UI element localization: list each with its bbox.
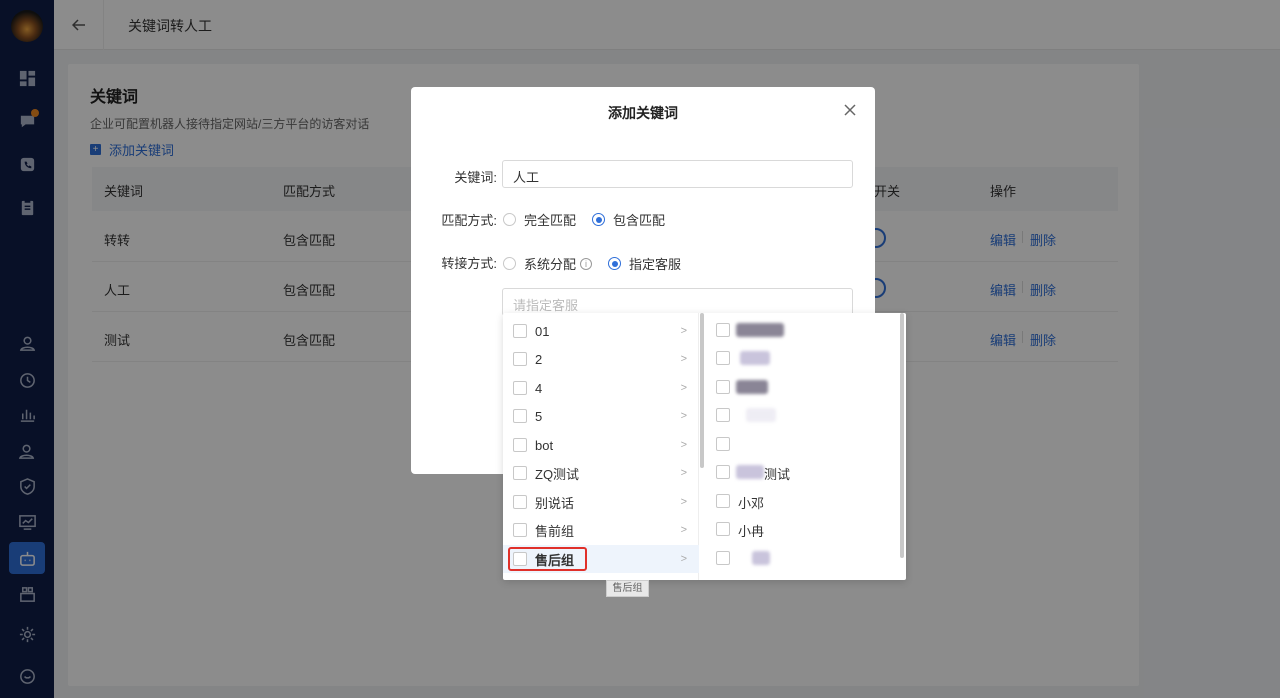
- group-label: 4: [535, 380, 543, 396]
- list-item[interactable]: 测试: [706, 458, 906, 486]
- list-item[interactable]: [706, 316, 906, 344]
- checkbox[interactable]: [716, 494, 730, 508]
- checkbox[interactable]: [513, 352, 527, 366]
- radio-system-assign[interactable]: [503, 257, 516, 270]
- chevron-right-icon: >: [680, 524, 687, 536]
- checkbox[interactable]: [716, 351, 730, 365]
- list-item[interactable]: 小邓: [706, 487, 906, 515]
- redacted-name: [736, 380, 768, 394]
- radio-exact-match[interactable]: [503, 213, 516, 226]
- list-item[interactable]: 5 >: [503, 402, 699, 430]
- checkbox[interactable]: [716, 323, 730, 337]
- checkbox[interactable]: [513, 409, 527, 423]
- list-item[interactable]: [706, 344, 906, 372]
- checkbox[interactable]: [513, 523, 527, 537]
- chevron-right-icon: >: [680, 467, 687, 479]
- list-item[interactable]: 别说话 >: [503, 488, 699, 516]
- checkbox[interactable]: [716, 551, 730, 565]
- checkbox[interactable]: [513, 381, 527, 395]
- group-scrollbar[interactable]: [700, 313, 704, 468]
- chevron-right-icon: >: [680, 382, 687, 394]
- tooltip: 售后组: [606, 580, 649, 597]
- chevron-right-icon: >: [680, 439, 687, 451]
- list-item[interactable]: bot >: [503, 431, 699, 459]
- chevron-right-icon: >: [680, 325, 687, 337]
- list-item[interactable]: 售前组 >: [503, 516, 699, 544]
- redacted-name: [746, 408, 776, 422]
- list-item-hovered[interactable]: 售后组 >: [503, 545, 699, 573]
- list-item[interactable]: [706, 544, 906, 572]
- radio-exact-label: 完全匹配: [524, 213, 577, 228]
- group-label: 2: [535, 351, 543, 367]
- checkbox[interactable]: [513, 438, 527, 452]
- radio-specific-agent[interactable]: [608, 257, 622, 270]
- redacted-name: [736, 323, 784, 337]
- member-label: 小冉: [738, 524, 765, 539]
- radio-contains-label: 包含匹配: [613, 213, 666, 228]
- agent-cascader: 01 > 2 > 4 > 5 > bot > ZQ测试 > 别说话 > 售前组 …: [503, 313, 906, 580]
- group-label: 01: [535, 323, 550, 339]
- list-item[interactable]: 4 >: [503, 374, 699, 402]
- close-icon: [844, 104, 856, 116]
- list-item[interactable]: 2 >: [503, 345, 699, 373]
- member-label: 测试: [764, 467, 791, 482]
- close-button[interactable]: [843, 103, 857, 117]
- checkbox[interactable]: [513, 324, 527, 338]
- chevron-right-icon: >: [680, 553, 687, 565]
- redacted-name: [736, 465, 764, 479]
- group-column: 01 > 2 > 4 > 5 > bot > ZQ测试 > 别说话 > 售前组 …: [503, 313, 699, 580]
- info-icon[interactable]: i: [580, 257, 593, 270]
- match-radio-group: 完全匹配 包含匹配: [503, 210, 681, 229]
- list-item[interactable]: [706, 401, 906, 429]
- group-label: bot: [535, 437, 554, 453]
- checkbox[interactable]: [716, 522, 730, 536]
- keyword-label: 关键词:: [454, 170, 497, 185]
- radio-specific-label: 指定客服: [629, 257, 682, 272]
- list-item[interactable]: ZQ测试 >: [503, 459, 699, 487]
- member-column: 测试 小邓 小冉: [706, 313, 906, 580]
- checkbox[interactable]: [513, 466, 527, 480]
- list-item[interactable]: [706, 373, 906, 401]
- modal-title: 添加关键词: [608, 105, 678, 121]
- member-scrollbar[interactable]: [900, 313, 904, 558]
- radio-contains-match[interactable]: [592, 213, 606, 226]
- chevron-right-icon: >: [680, 353, 687, 365]
- chevron-right-icon: >: [680, 410, 687, 422]
- redacted-name: [752, 551, 770, 565]
- transfer-label: 转接方式:: [441, 256, 497, 271]
- redacted-name: [740, 351, 770, 365]
- match-label: 匹配方式:: [441, 213, 497, 228]
- radio-system-label: 系统分配: [524, 257, 577, 272]
- group-label: 别说话: [535, 495, 575, 511]
- highlight-ring: [508, 547, 587, 571]
- checkbox[interactable]: [716, 408, 730, 422]
- member-label: 小邓: [738, 496, 765, 511]
- keyword-input[interactable]: 人工: [502, 160, 853, 188]
- group-label: ZQ测试: [535, 466, 580, 482]
- checkbox[interactable]: [513, 495, 527, 509]
- group-label: 5: [535, 408, 543, 424]
- checkbox[interactable]: [716, 437, 730, 451]
- agent-select-input[interactable]: 请指定客服: [502, 288, 853, 316]
- list-item[interactable]: 小冉: [706, 515, 906, 543]
- chevron-right-icon: >: [680, 496, 687, 508]
- transfer-radio-group: 系统分配 i 指定客服: [503, 254, 697, 273]
- list-item[interactable]: 01 >: [503, 317, 699, 345]
- group-label: 售前组: [535, 523, 575, 539]
- checkbox[interactable]: [716, 465, 730, 479]
- list-item[interactable]: [706, 430, 906, 458]
- checkbox[interactable]: [716, 380, 730, 394]
